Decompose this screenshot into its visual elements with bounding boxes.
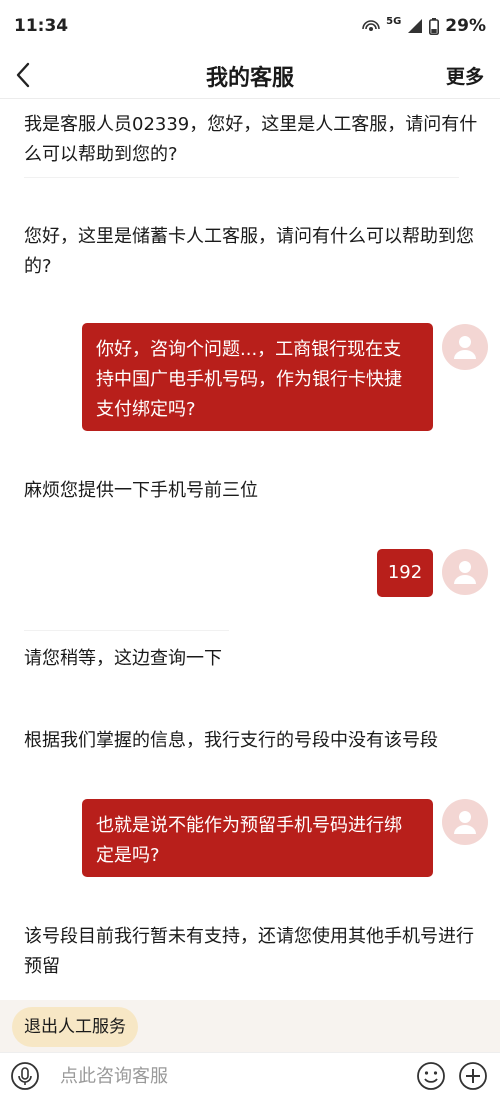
bottom-bar: 退出人工服务	[0, 1000, 500, 1096]
agent-message: 根据我们掌握的信息，我行支行的号段中没有该号段	[24, 730, 438, 751]
emoji-icon[interactable]	[416, 1061, 446, 1091]
network-type: 5G	[386, 16, 402, 27]
user-avatar-icon	[442, 549, 488, 595]
user-message: 你好，咨询个问题...，工商银行现在支持中国广电手机号码，作为银行卡快捷支付绑定…	[82, 323, 433, 431]
divider	[24, 630, 229, 631]
status-time: 11:34	[14, 16, 69, 36]
divider	[24, 177, 459, 178]
nav-bar: 我的客服 更多	[0, 52, 500, 99]
exit-human-service-button[interactable]: 退出人工服务	[12, 1007, 138, 1047]
hotspot-icon	[362, 18, 380, 34]
agent-message: 您好，这里是储蓄卡人工客服，请问有什么可以帮助到您的?	[24, 226, 474, 277]
signal-icon	[407, 18, 423, 34]
user-avatar-icon	[442, 799, 488, 845]
battery-level: 29%	[445, 16, 486, 36]
page-title: 我的客服	[205, 66, 294, 91]
plus-icon[interactable]	[458, 1061, 488, 1091]
status-icons: 5G 29%	[362, 16, 486, 36]
agent-message: 我是客服人员02339，您好，这里是人工客服，请问有什么可以帮助到您的?	[24, 114, 478, 165]
more-button[interactable]: 更多	[446, 62, 484, 89]
agent-message: 麻烦您提供一下手机号前三位	[24, 480, 258, 501]
user-message: 也就是说不能作为预留手机号码进行绑定是吗?	[82, 799, 433, 877]
consult-input[interactable]	[58, 1059, 402, 1093]
voice-icon[interactable]	[10, 1061, 40, 1091]
user-avatar-icon	[442, 324, 488, 370]
input-row	[0, 1052, 500, 1096]
status-bar: 11:34 5G 29%	[0, 0, 500, 52]
agent-message: 该号段目前我行暂未有支持，还请您使用其他手机号进行预留	[24, 926, 474, 977]
agent-message: 请您稍等，这边查询一下	[24, 648, 222, 669]
chat-area[interactable]: 我是客服人员02339，您好，这里是人工客服，请问有什么可以帮助到您的? 您好，…	[0, 99, 500, 999]
user-message: 192	[377, 549, 433, 597]
battery-icon	[429, 17, 440, 35]
